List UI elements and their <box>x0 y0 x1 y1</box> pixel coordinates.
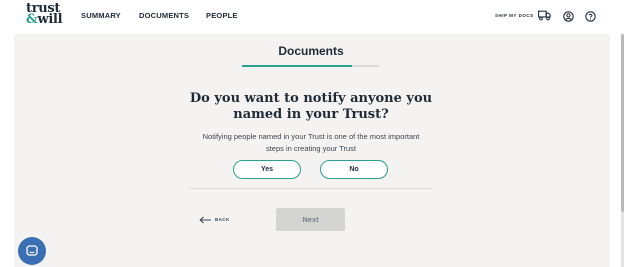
description-line-1: Notifying people named in your Trust is … <box>202 132 420 141</box>
section-divider <box>190 188 432 189</box>
trust-and-will-logo[interactable]: trust &will <box>26 2 63 27</box>
question-heading: Do you want to notify anyone you named i… <box>180 91 442 123</box>
ship-my-docs-link[interactable]: SHIP MY DOCS <box>495 13 534 18</box>
nav-documents[interactable]: DOCUMENTS <box>139 11 189 20</box>
yes-option-button[interactable]: Yes <box>233 160 301 179</box>
arrow-left-icon <box>199 216 211 224</box>
truck-icon[interactable] <box>538 10 551 21</box>
nav-people[interactable]: PEOPLE <box>206 11 238 20</box>
next-button[interactable]: Next <box>276 208 345 231</box>
question-line-1: Do you want to notify anyone you <box>189 91 433 106</box>
top-navigation-bar: trust &will SUMMARY DOCUMENTS PEOPLE SHI… <box>0 0 624 34</box>
chat-icon <box>26 245 38 256</box>
account-icon[interactable] <box>563 11 574 22</box>
section-progress-bar <box>242 65 379 67</box>
logo-word-will: will <box>37 12 63 27</box>
section-title: Documents <box>278 44 344 58</box>
nav-summary[interactable]: SUMMARY <box>81 11 121 20</box>
logo-ampersand: & <box>26 12 38 27</box>
question-line-2: named in your Trust? <box>233 107 389 122</box>
help-icon[interactable] <box>585 11 596 22</box>
question-description: Notifying people named in your Trust is … <box>190 131 432 154</box>
chat-launcher-button[interactable] <box>18 237 46 265</box>
no-option-button[interactable]: No <box>320 160 388 179</box>
description-line-2: steps in creating your Trust <box>265 143 357 153</box>
back-label: BACK <box>215 217 230 222</box>
section-progress-fill <box>242 65 352 67</box>
